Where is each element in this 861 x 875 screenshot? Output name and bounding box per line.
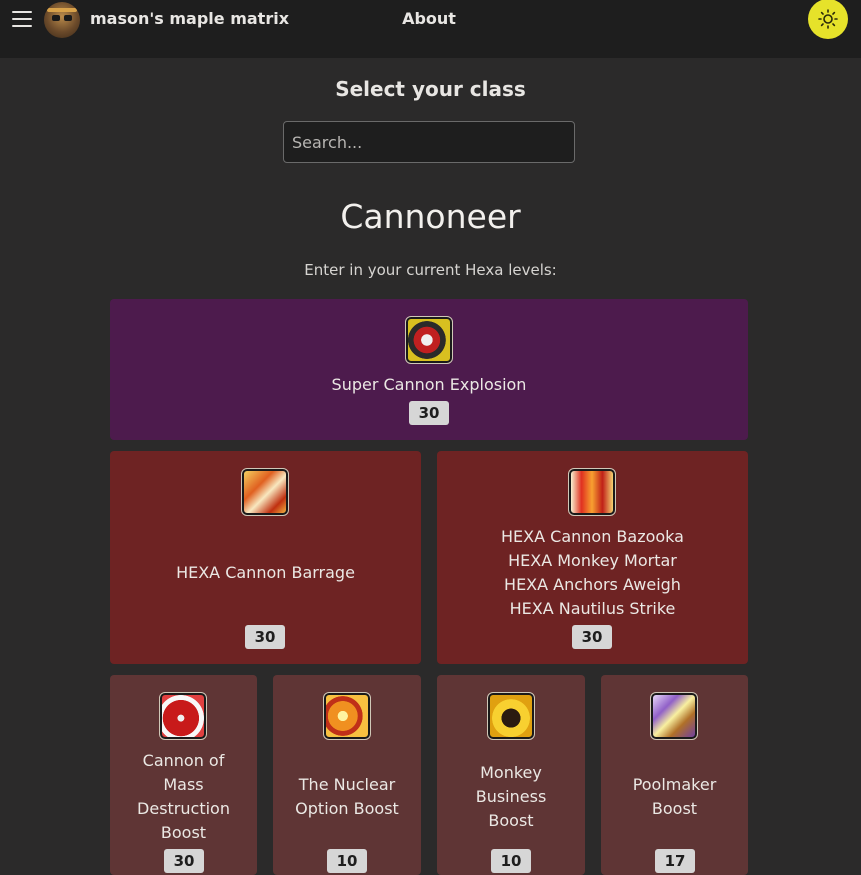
boost-level-input[interactable] [491, 849, 531, 873]
mastery-skill-card: HEXA Cannon Barrage [110, 451, 421, 664]
boost-skill-card: Monkey Business Boost [437, 675, 585, 875]
mastery-skill-names: HEXA Cannon Bazooka HEXA Monkey Mortar H… [501, 527, 684, 618]
boost-skill-name: The Nuclear Option Boost [295, 775, 399, 818]
monkey-business-icon [487, 692, 535, 740]
mastery-level-input[interactable] [245, 625, 285, 649]
cannon-of-mass-destruction-icon [159, 692, 207, 740]
boost-level-input[interactable] [655, 849, 695, 873]
boost-skill-card: Poolmaker Boost [601, 675, 748, 875]
boost-level-input[interactable] [327, 849, 367, 873]
theme-toggle-button[interactable] [808, 0, 848, 39]
top-navbar: mason's maple matrix About [0, 0, 861, 58]
boost-skill-card: The Nuclear Option Boost [273, 675, 421, 875]
origin-skill-card: Super Cannon Explosion [110, 299, 748, 440]
boost-level-input[interactable] [164, 849, 204, 873]
site-logo[interactable] [44, 2, 80, 38]
boost-skill-card: Cannon of Mass Destruction Boost [110, 675, 257, 875]
hexa-cannon-barrage-icon [241, 468, 289, 516]
mastery-skill-names: HEXA Cannon Barrage [176, 563, 355, 582]
hexa-cannon-bazooka-icon [568, 468, 616, 516]
mastery-skill-card: HEXA Cannon Bazooka HEXA Monkey Mortar H… [437, 451, 748, 664]
class-search-input[interactable] [283, 121, 575, 163]
boost-skill-name: Cannon of Mass Destruction Boost [137, 751, 230, 842]
about-link[interactable]: About [380, 9, 478, 28]
site-title[interactable]: mason's maple matrix [90, 9, 289, 28]
nuclear-option-icon [323, 692, 371, 740]
super-cannon-explosion-icon [405, 316, 453, 364]
origin-level-input[interactable] [409, 401, 449, 425]
boost-skill-name: Monkey Business Boost [475, 763, 547, 830]
select-class-heading: Select your class [335, 77, 526, 101]
class-name-heading: Cannoneer [340, 197, 521, 236]
sun-icon [818, 9, 838, 29]
mastery-level-input[interactable] [572, 625, 612, 649]
hexa-instructions: Enter in your current Hexa levels: [304, 261, 557, 279]
boost-skill-name: Poolmaker Boost [632, 775, 717, 818]
poolmaker-icon [650, 692, 698, 740]
hamburger-menu-icon[interactable] [12, 11, 32, 27]
origin-skill-name: Super Cannon Explosion [331, 375, 527, 394]
